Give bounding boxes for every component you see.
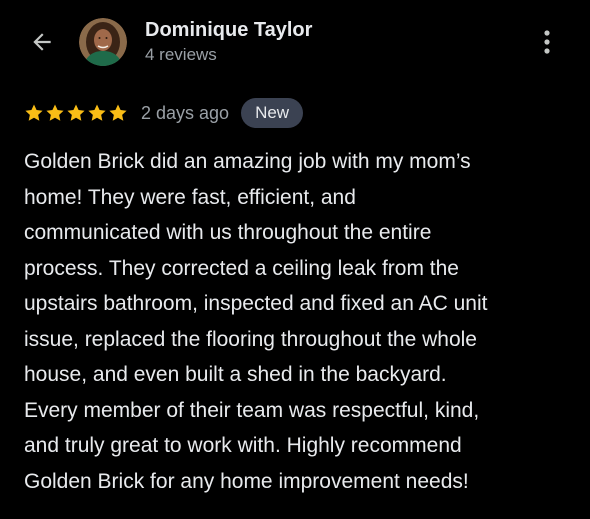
review-text-line: home! They were fast, efficient, and (24, 185, 356, 209)
star-icon (88, 104, 106, 121)
avatar[interactable] (79, 18, 127, 66)
review-text-line: Every member of their team was respectfu… (24, 398, 480, 422)
review-text-line: process. They corrected a ceiling leak f… (24, 256, 459, 280)
review-text-line: issue, replaced the flooring throughout … (24, 327, 477, 351)
review-meta: 2 days ago New (24, 97, 304, 129)
new-badge: New (241, 98, 304, 128)
review-header: Dominique Taylor 4 reviews (0, 0, 590, 84)
back-button[interactable] (22, 22, 62, 62)
review-text-line: house, and even built a shed in the back… (24, 363, 447, 386)
review-text-line: upstairs bathroom, inspected and fixed a… (24, 292, 488, 315)
star-rating (24, 103, 129, 123)
review-text-line: communicated with us throughout the enti… (24, 221, 432, 244)
star-icon (67, 104, 85, 121)
more-options-button[interactable] (530, 22, 564, 62)
star-icon (46, 104, 64, 121)
review-date: 2 days ago (141, 102, 230, 123)
review-text-line: Golden Brick did an amazing job with my … (24, 150, 471, 173)
review-text: Golden Brick did an amazing job with my … (24, 144, 572, 499)
more-vert-icon (544, 30, 550, 54)
review-text-line: and truly great to work with. Highly rec… (24, 434, 462, 457)
star-icon (25, 104, 43, 121)
reviewer-name[interactable]: Dominique Taylor (145, 19, 312, 42)
reviewer-review-count: 4 reviews (145, 45, 217, 64)
review-text-line: Golden Brick for any home improvement ne… (24, 469, 469, 493)
star-icon (109, 104, 127, 121)
arrow-back-icon (33, 33, 51, 51)
